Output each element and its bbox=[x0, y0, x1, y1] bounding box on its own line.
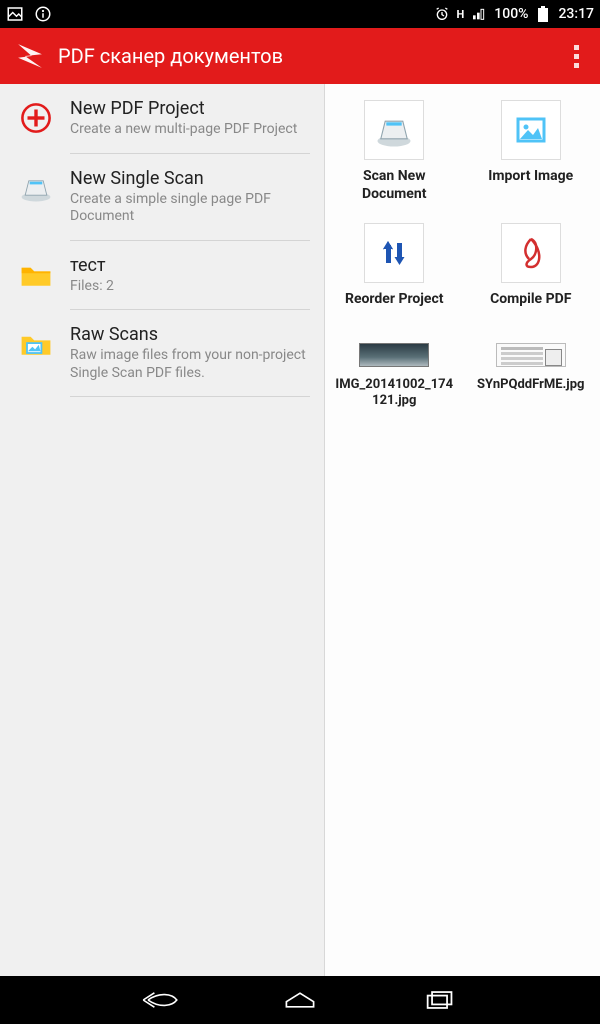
image-icon bbox=[501, 100, 561, 160]
gallery-status-icon bbox=[6, 5, 24, 23]
folder-icon bbox=[16, 255, 56, 295]
info-status-icon bbox=[34, 5, 52, 23]
new-pdf-project-item[interactable]: New PDF Project Create a new multi-page … bbox=[0, 84, 324, 153]
clock: 23:17 bbox=[558, 6, 594, 22]
scan-new-document-action[interactable]: Scan New Document bbox=[334, 100, 454, 203]
thumbnail-filename: IMG_20141002_174121.jpg bbox=[334, 377, 454, 410]
scanner-icon bbox=[16, 168, 56, 208]
list-item-title: Raw Scans bbox=[70, 324, 314, 345]
reorder-project-action[interactable]: Reorder Project bbox=[334, 223, 454, 309]
thumbnail-item[interactable]: SYnPQddFrME.jpg bbox=[471, 343, 591, 410]
reorder-icon bbox=[364, 223, 424, 283]
thumbnail-filename: SYnPQddFrME.jpg bbox=[471, 377, 591, 393]
add-icon bbox=[16, 98, 56, 138]
recents-button[interactable] bbox=[370, 976, 510, 1024]
overflow-menu-button[interactable] bbox=[564, 45, 588, 68]
list-item-title: New PDF Project bbox=[70, 98, 297, 119]
list-item-subtitle: Files: 2 bbox=[70, 278, 114, 296]
back-button[interactable] bbox=[90, 976, 230, 1024]
new-single-scan-item[interactable]: New Single Scan Create a simple single p… bbox=[0, 154, 324, 240]
thumbnail-item[interactable]: IMG_20141002_174121.jpg bbox=[334, 343, 454, 410]
navigation-bar bbox=[0, 976, 600, 1024]
list-item-subtitle: Create a new multi-page PDF Project bbox=[70, 121, 297, 139]
battery-percentage: 100% bbox=[494, 6, 528, 22]
raw-scans-item[interactable]: Raw Scans Raw image files from your non-… bbox=[0, 310, 324, 396]
network-type-icon: H bbox=[457, 8, 465, 21]
action-label: Compile PDF bbox=[471, 291, 591, 309]
signal-icon bbox=[470, 5, 488, 23]
app-logo-icon bbox=[12, 38, 48, 74]
status-bar: H 100% 23:17 bbox=[0, 0, 600, 28]
compile-pdf-action[interactable]: Compile PDF bbox=[471, 223, 591, 309]
action-label: Scan New Document bbox=[334, 168, 454, 203]
thumbnail-image bbox=[496, 343, 566, 367]
thumbnail-image bbox=[359, 343, 429, 367]
project-folder-item[interactable]: тест Files: 2 bbox=[0, 241, 324, 310]
home-button[interactable] bbox=[230, 976, 370, 1024]
list-item-title: New Single Scan bbox=[70, 168, 314, 189]
list-item-title: тест bbox=[70, 255, 114, 276]
battery-icon bbox=[534, 5, 552, 23]
action-label: Import Image bbox=[471, 168, 591, 186]
import-image-action[interactable]: Import Image bbox=[471, 100, 591, 203]
alarm-icon bbox=[433, 5, 451, 23]
divider bbox=[70, 396, 310, 397]
list-item-subtitle: Raw image files from your non-project Si… bbox=[70, 347, 314, 382]
app-bar: PDF сканер документов bbox=[0, 28, 600, 84]
image-folder-icon bbox=[16, 324, 56, 364]
project-list: New PDF Project Create a new multi-page … bbox=[0, 84, 324, 976]
action-label: Reorder Project bbox=[334, 291, 454, 309]
list-item-subtitle: Create a simple single page PDF Document bbox=[70, 191, 314, 226]
app-title: PDF сканер документов bbox=[58, 44, 564, 68]
pdf-icon bbox=[501, 223, 561, 283]
scanner-icon bbox=[364, 100, 424, 160]
